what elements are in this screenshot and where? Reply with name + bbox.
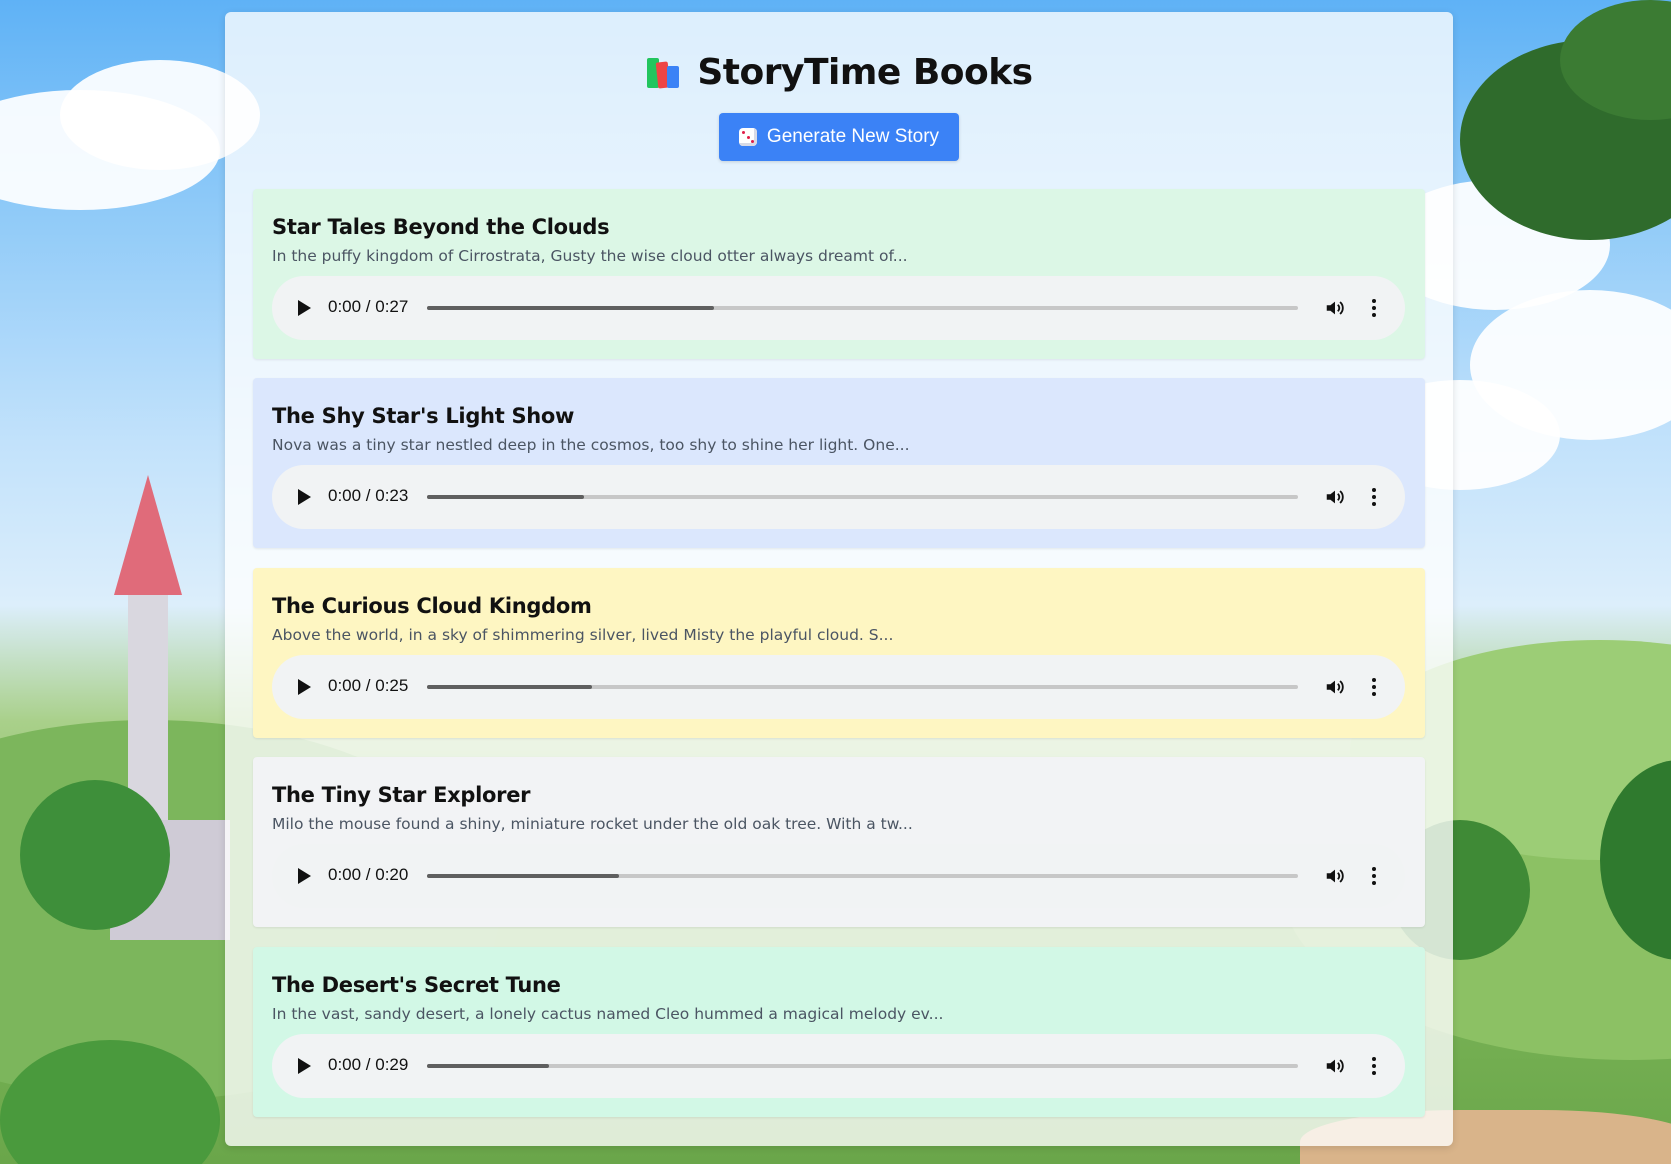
story-card: The Desert's Secret Tune In the vast, sa… (253, 947, 1425, 1117)
more-options-icon[interactable] (1363, 297, 1385, 319)
dice-icon (738, 128, 757, 146)
audio-progress-fill (427, 306, 715, 310)
audio-seek-bar[interactable] (427, 1064, 1298, 1068)
story-card: Star Tales Beyond the Clouds In the puff… (253, 189, 1425, 359)
audio-player: 0:00 / 0:29 (272, 1034, 1405, 1098)
volume-icon[interactable] (1324, 1055, 1346, 1077)
story-card: The Tiny Star Explorer Milo the mouse fo… (253, 757, 1425, 927)
story-title: Star Tales Beyond the Clouds (272, 215, 610, 239)
story-excerpt: In the puffy kingdom of Cirrostrata, Gus… (272, 247, 908, 265)
audio-seek-bar[interactable] (427, 495, 1298, 499)
story-title: The Curious Cloud Kingdom (272, 594, 592, 618)
volume-icon[interactable] (1324, 297, 1346, 319)
audio-progress-fill (427, 495, 584, 499)
books-icon (645, 52, 683, 89)
audio-time: 0:00 / 0:25 (328, 676, 409, 695)
generate-story-button[interactable]: Generate New Story (719, 113, 959, 161)
play-icon[interactable] (294, 1056, 314, 1076)
page-title: StoryTime Books (225, 52, 1453, 93)
tree-shape (20, 780, 170, 930)
volume-icon[interactable] (1324, 486, 1346, 508)
story-title: The Shy Star's Light Show (272, 404, 575, 428)
volume-icon[interactable] (1324, 676, 1346, 698)
audio-player: 0:00 / 0:27 (272, 276, 1405, 340)
audio-progress-fill (427, 874, 619, 878)
story-title: The Desert's Secret Tune (272, 973, 561, 997)
story-excerpt: Nova was a tiny star nestled deep in the… (272, 436, 910, 454)
audio-seek-bar[interactable] (427, 874, 1298, 878)
play-icon[interactable] (294, 487, 314, 507)
audio-seek-bar[interactable] (427, 306, 1298, 310)
more-options-icon[interactable] (1363, 676, 1385, 698)
more-options-icon[interactable] (1363, 1055, 1385, 1077)
story-title: The Tiny Star Explorer (272, 783, 531, 807)
story-excerpt: Milo the mouse found a shiny, miniature … (272, 815, 913, 833)
story-card: The Curious Cloud Kingdom Above the worl… (253, 568, 1425, 738)
story-excerpt: Above the world, in a sky of shimmering … (272, 626, 894, 644)
main-panel: StoryTime Books Generate New Story Star … (225, 12, 1453, 1146)
page-title-text: StoryTime Books (697, 52, 1033, 93)
audio-time: 0:00 / 0:20 (328, 865, 409, 884)
more-options-icon[interactable] (1363, 865, 1385, 887)
audio-seek-bar[interactable] (427, 685, 1298, 689)
story-card: The Shy Star's Light Show Nova was a tin… (253, 378, 1425, 548)
audio-player: 0:00 / 0:20 (272, 844, 1405, 908)
audio-player: 0:00 / 0:23 (272, 465, 1405, 529)
audio-progress-fill (427, 1064, 549, 1068)
audio-progress-fill (427, 685, 593, 689)
castle-roof (114, 475, 182, 595)
audio-time: 0:00 / 0:29 (328, 1055, 409, 1074)
more-options-icon[interactable] (1363, 486, 1385, 508)
play-icon[interactable] (294, 298, 314, 318)
audio-time: 0:00 / 0:23 (328, 486, 409, 505)
audio-player: 0:00 / 0:25 (272, 655, 1405, 719)
story-excerpt: In the vast, sandy desert, a lonely cact… (272, 1005, 944, 1023)
play-icon[interactable] (294, 677, 314, 697)
play-icon[interactable] (294, 866, 314, 886)
volume-icon[interactable] (1324, 865, 1346, 887)
generate-story-label: Generate New Story (766, 126, 940, 147)
audio-time: 0:00 / 0:27 (328, 297, 409, 316)
